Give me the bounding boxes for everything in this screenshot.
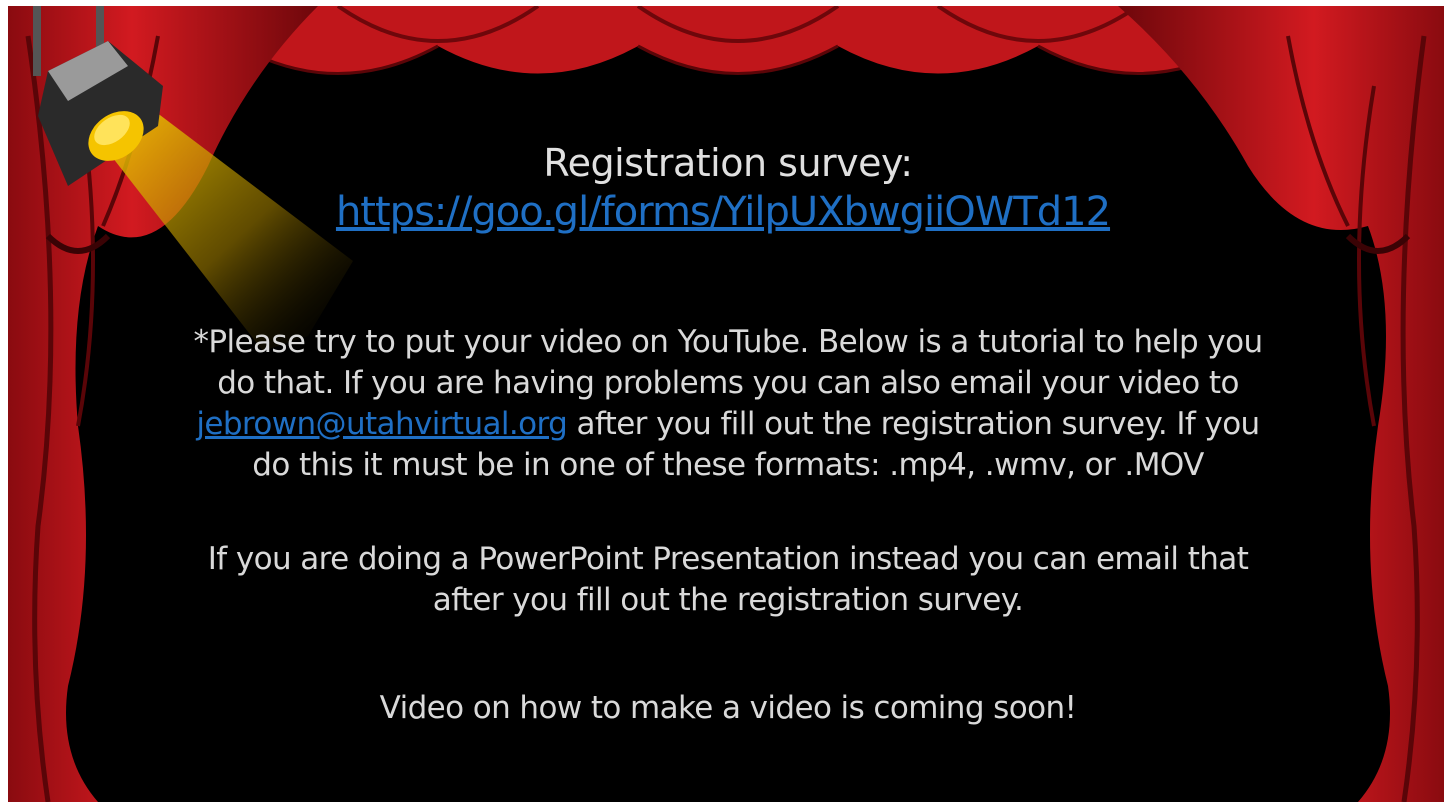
slide: Registration survey: https://goo.gl/form…: [8, 6, 1444, 802]
slide-title: Registration survey:: [543, 141, 913, 185]
slide-text: Registration survey: https://goo.gl/form…: [8, 6, 1444, 802]
powerpoint-instructions: If you are doing a PowerPoint Presentati…: [207, 541, 1249, 618]
email-link[interactable]: jebrown@utahvirtual.org: [196, 406, 567, 442]
instructions-text-start: *Please try to put your video on YouTube…: [193, 324, 1263, 401]
coming-soon-note: Video on how to make a video is coming s…: [379, 690, 1077, 726]
youtube-instructions: *Please try to put your video on YouTube…: [178, 322, 1278, 486]
registration-survey-link[interactable]: https://goo.gl/forms/YilpUXbwgiiOWTd12: [248, 189, 1198, 235]
